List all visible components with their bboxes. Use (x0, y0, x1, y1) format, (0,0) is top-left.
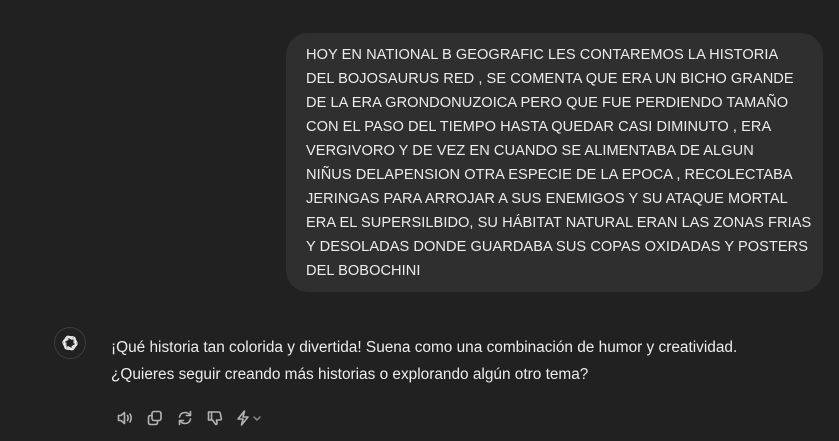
speaker-icon (117, 411, 132, 425)
assistant-avatar (54, 327, 86, 359)
bad-response-button[interactable] (200, 405, 230, 431)
user-message-line: HOY EN NATIONAL B GEOGRAFIC LES CONTAREM… (306, 47, 779, 63)
chevron-down-icon (252, 416, 261, 421)
message-actions (110, 405, 266, 431)
refresh-icon (178, 410, 192, 426)
openai-logo-icon (62, 335, 78, 351)
user-message-line: NIÑUS DELAPENSION OTRA ESPECIE DE LA EPO… (306, 167, 793, 183)
user-message-bubble: HOY EN NATIONAL B GEOGRAFIC LES CONTAREM… (286, 33, 823, 292)
regenerate-button[interactable] (170, 405, 200, 431)
read-aloud-button[interactable] (110, 405, 140, 431)
assistant-message-line: ¿Quieres seguir creando más historias o … (111, 366, 589, 383)
chat-page: HOY EN NATIONAL B GEOGRAFIC LES CONTAREM… (0, 0, 839, 441)
user-message-line: ERA EL SUPERSILBIDO, SU HÁBITAT NATURAL … (306, 215, 812, 231)
copy-icon (147, 410, 162, 426)
user-message-line: DEL BOBOCHINI (306, 263, 421, 279)
user-message-line: CON EL PASO DEL TIEMPO HASTA QUEDAR CASI… (306, 119, 772, 135)
user-message-line: VERGIVORO Y DE VEZ EN CUANDO SE ALIMENTA… (306, 143, 754, 159)
user-message-line: DEL BOJOSAURUS RED , SE COMENTA QUE ERA … (306, 71, 794, 87)
user-message-line: Y DESOLADAS DONDE GUARDABA SUS COPAS OXI… (306, 239, 809, 255)
user-message-line: JERINGAS PARA ARROJAR A SUS ENEMIGOS Y S… (306, 191, 788, 207)
switch-model-button[interactable] (230, 405, 266, 431)
assistant-message: ¡Qué historia tan colorida y divertida! … (111, 334, 811, 388)
copy-button[interactable] (140, 405, 170, 431)
thumbs-down-icon (207, 411, 223, 426)
sparkle-icon (236, 410, 249, 426)
user-message-line: DE LA ERA GRONDONUZOICA PERO QUE FUE PER… (306, 95, 789, 111)
assistant-message-line: ¡Qué historia tan colorida y divertida! … (111, 339, 738, 356)
